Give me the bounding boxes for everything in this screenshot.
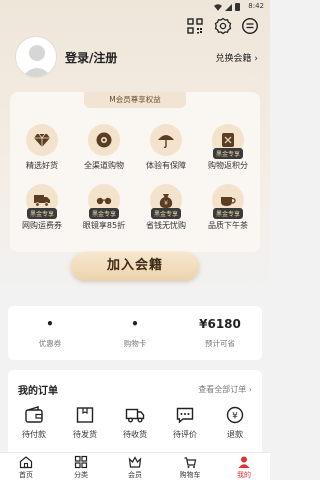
svg-text:¥: ¥ xyxy=(232,412,238,422)
umbrella-icon xyxy=(158,135,174,149)
orders-title: 我的订单 xyxy=(18,386,58,397)
crown-icon xyxy=(128,456,142,468)
qr-code-icon[interactable] xyxy=(186,17,204,35)
home-icon xyxy=(19,456,33,469)
truck-icon xyxy=(125,408,145,423)
stats-card: • 优惠券 • 购物卡 ¥6180 预计可省 xyxy=(8,306,262,360)
benefit-item[interactable]: 精选好货 xyxy=(12,124,72,171)
stat-estimated-savings[interactable]: ¥6180 预计可省 xyxy=(178,316,262,349)
benefit-item[interactable]: 黑金专享 网购运费券 xyxy=(12,184,72,231)
refund-icon: ¥ xyxy=(226,406,244,424)
benefit-item[interactable]: 黑金专享 眼镜享85折 xyxy=(74,184,134,231)
login-register-link[interactable]: 登录/注册 xyxy=(65,49,117,66)
order-pending-review[interactable]: 待评价 xyxy=(160,405,210,440)
order-pending-receipt[interactable]: 待收货 xyxy=(110,405,160,440)
bottom-tab-bar: 首页 分类 会员 购物车 我的 xyxy=(0,452,270,480)
black-gold-tag: 黑金专享 xyxy=(26,208,58,219)
globe-icon xyxy=(96,132,112,148)
gear-icon[interactable] xyxy=(214,17,232,35)
truck-icon xyxy=(34,195,50,207)
member-benefits-card: M会员尊享权益 精选好货 全渠道购物 体验有保障 黑金专享 购物返积分 黑金专享… xyxy=(10,92,260,252)
battery-icon xyxy=(235,3,240,11)
tab-category[interactable]: 分类 xyxy=(61,455,101,480)
glasses-icon xyxy=(96,197,112,205)
benefit-item[interactable]: ¥ 黑金专享 省钱无忧购 xyxy=(136,184,196,231)
benefit-item[interactable]: 黑金专享 购物返积分 xyxy=(198,124,258,171)
tea-icon xyxy=(221,197,236,206)
wifi-icon xyxy=(214,3,222,11)
order-pending-payment[interactable]: 待付款 xyxy=(9,405,59,440)
order-refund[interactable]: ¥ 退款 xyxy=(210,405,260,440)
black-gold-tag: 黑金专享 xyxy=(150,208,182,219)
grid-icon xyxy=(74,455,88,469)
status-icons xyxy=(214,3,240,11)
black-gold-tag: 黑金专享 xyxy=(212,208,244,219)
diamond-icon xyxy=(34,133,50,147)
benefit-item[interactable]: 体验有保障 xyxy=(136,124,196,171)
my-orders-card: 我的订单 查看全部订单 › 待付款 待发货 待收货 待评价 ¥ 退款 xyxy=(8,370,262,452)
wallet-icon xyxy=(25,406,43,423)
tab-membership[interactable]: 会员 xyxy=(115,455,155,480)
stat-coupons[interactable]: • 优惠券 xyxy=(8,316,92,349)
tab-home[interactable]: 首页 xyxy=(6,455,46,480)
tab-cart[interactable]: 购物车 xyxy=(170,455,210,480)
status-bar: 8:42 xyxy=(0,0,270,14)
redeem-membership-link[interactable]: 兑换会籍 › xyxy=(216,51,258,64)
benefit-item[interactable]: 黑金专享 品质下午茶 xyxy=(198,184,258,231)
view-all-orders-link[interactable]: 查看全部订单 › xyxy=(198,384,252,395)
points-icon xyxy=(222,133,234,147)
stat-shopping-card[interactable]: • 购物卡 xyxy=(93,316,177,349)
black-gold-tag: 黑金专享 xyxy=(88,208,120,219)
order-pending-shipment[interactable]: 待发货 xyxy=(60,405,110,440)
join-membership-button[interactable]: 加入会籍 xyxy=(71,252,199,280)
message-icon[interactable] xyxy=(241,17,259,35)
signal-icon xyxy=(225,3,232,11)
comment-icon xyxy=(176,407,194,424)
tab-mine[interactable]: 我的 xyxy=(224,455,264,480)
default-avatar-icon xyxy=(22,45,52,77)
benefits-title: M会员尊享权益 xyxy=(84,92,186,108)
user-icon xyxy=(238,456,250,468)
box-icon xyxy=(76,407,94,423)
status-time: 8:42 xyxy=(248,2,264,10)
money-bag-icon: ¥ xyxy=(159,194,173,208)
svg-text:¥: ¥ xyxy=(164,200,168,207)
black-gold-tag: 黑金专享 xyxy=(212,148,244,159)
avatar[interactable] xyxy=(15,36,57,78)
benefit-item[interactable]: 全渠道购物 xyxy=(74,124,134,171)
cart-icon xyxy=(184,457,197,468)
